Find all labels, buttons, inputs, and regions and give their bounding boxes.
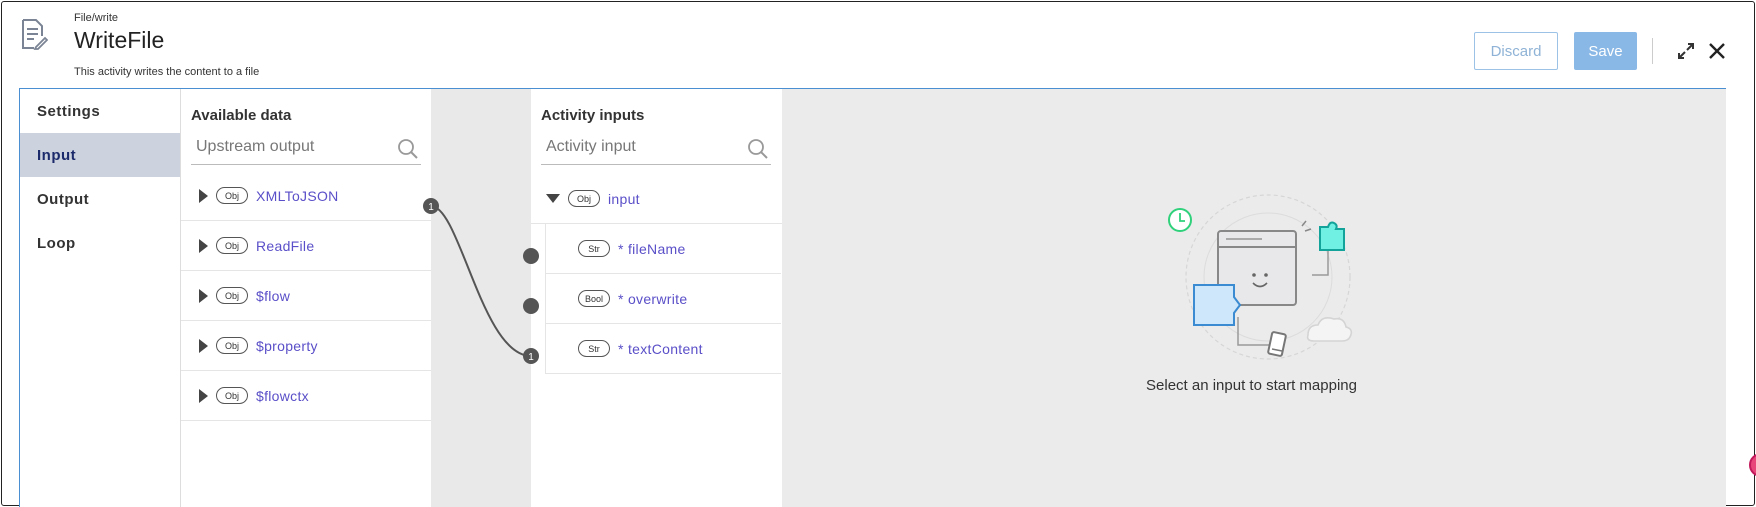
collapse-arrow-icon[interactable]	[546, 194, 560, 203]
item-label[interactable]: XMLToJSON	[256, 188, 339, 204]
mapper-panel: Settings Input Output Loop Available dat…	[19, 88, 1726, 507]
activity-description: This activity writes the content to a fi…	[74, 66, 260, 78]
list-item[interactable]: Obj $flow	[181, 271, 431, 321]
mapping-illustration	[1168, 194, 1353, 360]
expand-arrow-icon[interactable]	[199, 338, 208, 353]
input-field-row[interactable]: Bool * overwrite	[545, 274, 781, 324]
type-badge: Obj	[216, 337, 248, 354]
activity-title: WriteFile	[74, 27, 165, 53]
list-item[interactable]: Obj $flowctx	[181, 371, 431, 421]
input-field-row[interactable]: Str * fileName	[545, 224, 781, 274]
input-root-row[interactable]: Obj input	[531, 174, 782, 224]
side-tabs: Settings Input Output Loop	[20, 89, 181, 507]
type-badge: Str	[578, 240, 610, 257]
activity-category: File/write	[74, 12, 119, 24]
activity-input-search-input[interactable]	[541, 131, 731, 163]
mapping-connector-area	[431, 89, 531, 507]
type-badge: Obj	[568, 190, 600, 207]
header-divider	[1652, 38, 1653, 64]
item-label[interactable]: * textContent	[618, 341, 703, 357]
type-badge: Obj	[216, 387, 248, 404]
document-edit-icon	[22, 19, 48, 50]
list-item[interactable]: Obj XMLToJSON	[181, 171, 431, 221]
tab-loop[interactable]: Loop	[20, 221, 180, 265]
mapping-preview-area: Select an input to start mapping	[782, 89, 1726, 507]
available-data-title: Available data	[191, 107, 292, 124]
item-label[interactable]: * fileName	[618, 241, 686, 257]
expand-icon[interactable]	[1677, 42, 1695, 60]
activity-input-search	[541, 131, 771, 165]
expand-arrow-icon[interactable]	[199, 238, 208, 253]
activity-inputs-panel: Activity inputs Obj input Str * fileName…	[531, 89, 782, 507]
type-badge: Bool	[578, 290, 611, 307]
type-badge: Obj	[216, 187, 248, 204]
input-field-row[interactable]: Str * textContent	[545, 324, 781, 374]
search-icon[interactable]	[747, 138, 769, 160]
list-item[interactable]: Obj $property	[181, 321, 431, 371]
type-badge: Obj	[216, 237, 248, 254]
activity-dialog: File/write WriteFile This activity write…	[1, 1, 1755, 507]
activity-inputs-title: Activity inputs	[541, 107, 645, 124]
type-badge: Str	[578, 340, 610, 357]
item-label[interactable]: input	[608, 191, 640, 207]
expand-arrow-icon[interactable]	[199, 388, 208, 403]
save-button[interactable]: Save	[1574, 32, 1637, 70]
close-icon[interactable]	[1707, 41, 1727, 61]
empty-state-caption: Select an input to start mapping	[1146, 377, 1357, 394]
item-label[interactable]: $flow	[256, 288, 290, 304]
list-item[interactable]: Obj ReadFile	[181, 221, 431, 271]
item-label[interactable]: ReadFile	[256, 238, 314, 254]
tab-input[interactable]: Input	[20, 133, 180, 177]
expand-arrow-icon[interactable]	[199, 188, 208, 203]
item-label[interactable]: $flowctx	[256, 388, 309, 404]
upstream-search-input[interactable]	[191, 131, 381, 163]
expand-arrow-icon[interactable]	[199, 288, 208, 303]
available-data-panel: Available data Obj XMLToJSON Obj ReadFil…	[181, 89, 431, 507]
tab-settings[interactable]: Settings	[20, 89, 180, 133]
item-label[interactable]: $property	[256, 338, 318, 354]
type-badge: Obj	[216, 287, 248, 304]
tab-output[interactable]: Output	[20, 177, 180, 221]
search-icon[interactable]	[397, 138, 419, 160]
item-label[interactable]: * overwrite	[618, 291, 687, 307]
discard-button[interactable]: Discard	[1474, 32, 1558, 70]
upstream-search	[191, 131, 421, 165]
